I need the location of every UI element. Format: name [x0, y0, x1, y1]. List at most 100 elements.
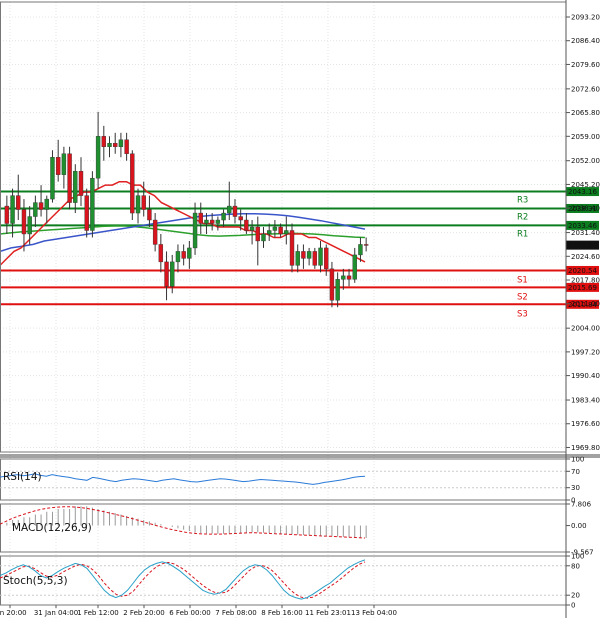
candle-body	[158, 244, 164, 263]
candle-body	[118, 139, 124, 147]
macd-tick-label: 7.806	[571, 501, 592, 509]
level-name-s1: S1	[517, 275, 528, 285]
candle-body	[164, 261, 169, 287]
y-tick-label: 2093.20	[571, 14, 600, 22]
candle-body	[44, 198, 49, 210]
level-name-s3: S3	[517, 309, 528, 319]
current-price-label: 2027.80	[568, 242, 597, 250]
level-name-r1: R1	[517, 229, 528, 239]
candle-body	[141, 195, 146, 210]
candle-body	[21, 209, 27, 235]
y-tick-label: 2052.00	[571, 157, 600, 165]
rsi-line	[0, 473, 366, 485]
candle-body	[232, 205, 238, 217]
y-tick-label: 2038.40	[571, 205, 600, 213]
y-tick-label: 2031.40	[571, 229, 600, 237]
price-chart: R32043.16R22038.31R12033.46S12020.54S220…	[0, 0, 600, 618]
level-name-s2: S2	[517, 292, 528, 302]
candle-body	[84, 195, 89, 231]
stoch-tick-label: 100	[571, 553, 584, 561]
candle-body	[33, 202, 38, 217]
candle-body	[192, 212, 198, 249]
stoch-tick-label: 20	[571, 592, 580, 600]
candle-body	[107, 143, 112, 147]
candle-body	[284, 230, 289, 235]
candle-body	[187, 247, 192, 259]
candle-body	[50, 157, 55, 200]
rsi-tick-label: 100	[571, 456, 584, 464]
candle-body	[346, 275, 352, 280]
candle-body	[209, 219, 215, 224]
macd-tick-label: 0.00	[571, 522, 587, 530]
candle-body	[289, 230, 295, 266]
candle-body	[152, 219, 158, 245]
stoch-title: Stoch(5,5,3)	[3, 575, 68, 587]
candle-body	[113, 143, 118, 147]
candle-body	[170, 261, 175, 287]
y-tick-label: 1983.40	[571, 397, 600, 405]
x-tick-label: 2 Feb 20:00	[123, 609, 164, 617]
x-tick-label: 13 Feb 04:00	[351, 609, 397, 617]
stoch-tick-label: 80	[571, 562, 580, 570]
candle-body	[38, 202, 44, 210]
x-tick-label: 8 Feb 16:00	[261, 609, 302, 617]
x-tick-label: 6 Feb 00:00	[169, 609, 210, 617]
candle-body	[61, 153, 67, 175]
stoch-pane	[0, 555, 567, 606]
y-tick-label: 1976.60	[571, 420, 600, 428]
candle-body	[130, 153, 135, 214]
y-tick-label: 2017.80	[571, 277, 600, 285]
candle-body	[221, 212, 226, 221]
candle-body	[329, 268, 335, 301]
candle-body	[16, 195, 21, 210]
candle-body	[324, 247, 329, 270]
candle-body	[261, 233, 266, 242]
candle-body	[301, 251, 306, 259]
candle-body	[67, 153, 72, 203]
stoch-tick-label: 0	[571, 602, 575, 610]
y-tick-label: 2045.20	[571, 181, 600, 189]
rsi-tick-label: 70	[571, 468, 580, 476]
level-name-r3: R3	[517, 196, 528, 206]
candle-body	[90, 177, 95, 231]
candle-body	[238, 216, 243, 221]
y-tick-label: 2079.60	[571, 61, 600, 69]
x-tick-label: 31 Jan 04:00	[34, 609, 78, 617]
candle-body	[135, 195, 141, 214]
level-value-label: 2015.69	[568, 284, 597, 292]
ma-green-line	[0, 225, 366, 239]
candle-body	[244, 219, 249, 231]
x-tick-label: 1 Feb 12:00	[77, 609, 118, 617]
macd-title: MACD(12,26,9)	[12, 522, 92, 534]
level-name-r2: R2	[517, 212, 528, 222]
candle-body	[272, 226, 278, 231]
candle-body	[175, 251, 181, 263]
candle-body	[101, 136, 107, 147]
candle-body	[73, 170, 78, 203]
candle-body	[278, 226, 283, 235]
candle-body	[358, 244, 363, 256]
candle-body	[4, 205, 10, 224]
level-value-label: 2020.54	[568, 267, 597, 275]
candle-body	[227, 205, 232, 214]
rsi-title: RSI(14)	[3, 471, 42, 483]
chart-window: R3 2043.16 R2 2038.31 R1 2033.46 S1 2020.54 S2 20…	[0, 0, 600, 622]
candle-body	[363, 244, 369, 246]
candle-body	[312, 251, 318, 266]
candle-body	[255, 226, 260, 242]
y-tick-label: 1997.20	[571, 348, 600, 356]
level-value-label: 2043.16	[568, 188, 597, 196]
candle-body	[341, 275, 346, 280]
y-tick-label: 2086.40	[571, 37, 600, 45]
candle-body	[215, 219, 221, 224]
y-tick-label: 1990.40	[571, 372, 600, 380]
candle-body	[181, 251, 186, 259]
candle-body	[352, 254, 357, 280]
candle-body	[266, 230, 272, 235]
candle-body	[78, 170, 84, 196]
y-tick-label: 2072.60	[571, 85, 600, 93]
candle-body	[55, 157, 61, 175]
candle-body	[27, 216, 32, 235]
x-tick-label: Jan 20:00	[0, 609, 27, 617]
candle-body	[147, 209, 152, 221]
